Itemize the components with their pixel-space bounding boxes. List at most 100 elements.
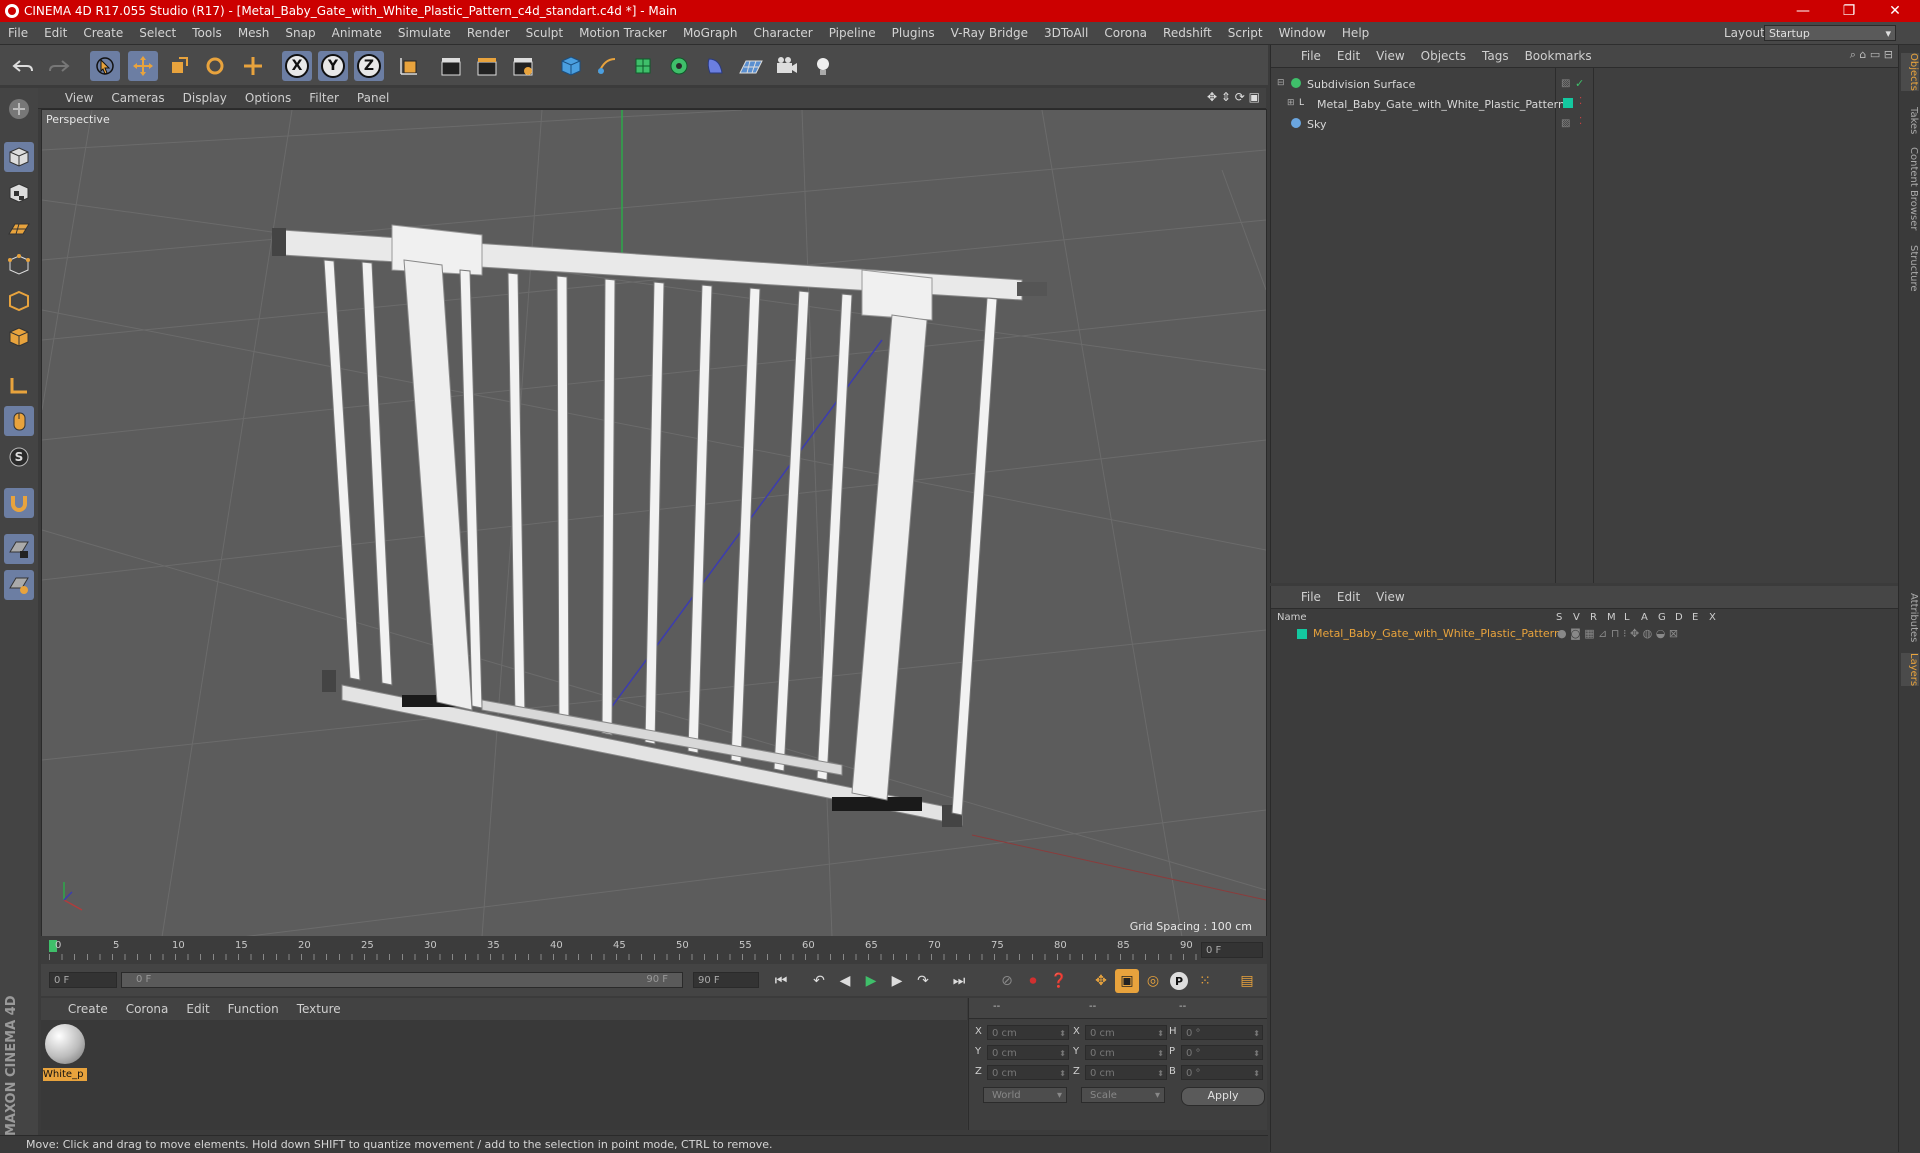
menu-mesh[interactable]: Mesh xyxy=(230,22,278,44)
redo-button[interactable] xyxy=(44,51,74,81)
add-spline-button[interactable] xyxy=(592,51,622,81)
tab-takes[interactable]: Takes xyxy=(1901,107,1919,134)
add-array-button[interactable] xyxy=(664,51,694,81)
collapse-icon[interactable]: ⊟ xyxy=(1277,78,1285,88)
layer-col-deformers[interactable]: D xyxy=(1675,612,1683,623)
current-frame-field[interactable]: 0 F xyxy=(1201,942,1263,958)
layer-col-view[interactable]: V xyxy=(1573,612,1580,623)
timeline-ruler[interactable]: 0 5 10 15 20 25 30 35 40 45 50 55 60 65 … xyxy=(41,936,1267,964)
menu-tools[interactable]: Tools xyxy=(184,22,230,44)
layer-col-locked[interactable]: L xyxy=(1624,612,1630,623)
menu-file[interactable]: File xyxy=(0,22,36,44)
expand-icon[interactable]: ⊞ xyxy=(1287,98,1295,108)
render-settings-button[interactable] xyxy=(508,51,538,81)
layer-col-manager[interactable]: M xyxy=(1607,612,1616,623)
size-y-field[interactable]: 0 cm xyxy=(1085,1045,1167,1061)
add-generator-button[interactable] xyxy=(628,51,658,81)
grid-lock-button[interactable] xyxy=(4,534,34,564)
menu-vray-bridge[interactable]: V-Ray Bridge xyxy=(943,22,1036,44)
objects-menu-objects[interactable]: Objects xyxy=(1413,45,1474,67)
tab-objects[interactable]: Objects xyxy=(1901,53,1919,91)
menu-create[interactable]: Create xyxy=(75,22,131,44)
objects-menu-edit[interactable]: Edit xyxy=(1329,45,1368,67)
previous-key-button[interactable]: ↶ xyxy=(807,969,831,993)
next-frame-button[interactable]: ▶ xyxy=(885,969,909,993)
menu-3dtoall[interactable]: 3DToAll xyxy=(1036,22,1096,44)
layers-menu-file[interactable]: File xyxy=(1293,586,1329,608)
make-editable-button[interactable] xyxy=(4,94,34,124)
timeline-window-button[interactable]: ▤ xyxy=(1235,969,1259,993)
start-frame-field[interactable]: 0 F xyxy=(49,972,117,988)
material-swatch[interactable]: White_p xyxy=(43,1022,87,1082)
z-axis-lock[interactable]: Z xyxy=(354,51,384,81)
menu-pipeline[interactable]: Pipeline xyxy=(821,22,884,44)
viewport-menu-options[interactable]: Options xyxy=(236,88,300,108)
layer-col-xref[interactable]: X xyxy=(1709,612,1716,623)
key-pla-button[interactable]: ⁙ xyxy=(1193,969,1217,993)
transform-mode-select[interactable]: Scale ▾ xyxy=(1081,1087,1165,1103)
object-row-subdivision-surface[interactable]: ⊟ Subdivision Surface ▨ ✓ xyxy=(1275,75,1890,94)
menu-help[interactable]: Help xyxy=(1334,22,1377,44)
layer-row[interactable]: Metal_Baby_Gate_with_White_Plastic_Patte… xyxy=(1275,626,1890,642)
layer-col-render[interactable]: R xyxy=(1590,612,1597,623)
tab-content-browser[interactable]: Content Browser xyxy=(1901,147,1919,230)
rotate-tool[interactable] xyxy=(200,51,230,81)
size-x-field[interactable]: 0 cm xyxy=(1085,1025,1167,1041)
go-to-end-button[interactable]: ⏭ xyxy=(947,969,971,993)
layout-select[interactable]: Startup ▾ xyxy=(1764,25,1896,41)
menu-simulate[interactable]: Simulate xyxy=(390,22,459,44)
next-key-button[interactable]: ↷ xyxy=(911,969,935,993)
texture-mode-button[interactable] xyxy=(4,178,34,208)
objects-menu-view[interactable]: View xyxy=(1368,45,1412,67)
snap-button[interactable]: S xyxy=(4,442,34,472)
tweak-mode-button[interactable] xyxy=(4,406,34,436)
edit-render-flags-icon[interactable]: ▨ xyxy=(1561,118,1570,129)
layer-color-swatch[interactable] xyxy=(1297,629,1307,639)
layer-col-solo[interactable]: S xyxy=(1556,612,1562,623)
pos-y-field[interactable]: 0 cm xyxy=(987,1045,1069,1061)
layers-menu-edit[interactable]: Edit xyxy=(1329,586,1368,608)
checkmark-icon[interactable]: ✓ xyxy=(1575,77,1584,90)
end-frame-field[interactable]: 90 F xyxy=(693,972,759,988)
render-picture-viewer-button[interactable] xyxy=(472,51,502,81)
viewport-menu-cameras[interactable]: Cameras xyxy=(102,88,173,108)
tab-attributes[interactable]: Attributes xyxy=(1901,593,1919,642)
material-menu-texture[interactable]: Texture xyxy=(288,998,350,1020)
layers-menu-view[interactable]: View xyxy=(1368,586,1412,608)
model-mode-button[interactable] xyxy=(4,142,34,172)
rot-p-field[interactable]: 0 ° xyxy=(1181,1045,1263,1061)
menu-redshift[interactable]: Redshift xyxy=(1155,22,1220,44)
coordinate-system-button[interactable] xyxy=(394,51,424,81)
object-row-sky[interactable]: Sky ▨ ⁚ xyxy=(1275,115,1890,134)
add-light-button[interactable] xyxy=(808,51,838,81)
viewport-nav-icons[interactable]: ✥ ⇕ ⟳ ▣ xyxy=(1207,90,1260,104)
add-camera-button[interactable] xyxy=(772,51,802,81)
magnet-button[interactable] xyxy=(4,488,34,518)
layer-col-generators[interactable]: G xyxy=(1658,612,1666,623)
go-to-start-button[interactable]: ⏮ xyxy=(769,969,793,993)
tab-structure[interactable]: Structure xyxy=(1901,245,1919,292)
menu-render[interactable]: Render xyxy=(459,22,518,44)
menu-corona[interactable]: Corona xyxy=(1096,22,1155,44)
coordinate-mode-select[interactable]: World ▾ xyxy=(983,1087,1067,1103)
material-menu-corona[interactable]: Corona xyxy=(117,998,178,1020)
minimize-button[interactable]: — xyxy=(1780,0,1826,22)
viewport-menu-display[interactable]: Display xyxy=(174,88,236,108)
menu-window[interactable]: Window xyxy=(1271,22,1334,44)
key-scale-button[interactable]: ▣ xyxy=(1115,969,1139,993)
add-deformer-button[interactable] xyxy=(700,51,730,81)
menu-character[interactable]: Character xyxy=(745,22,820,44)
close-button[interactable]: ✕ xyxy=(1872,0,1918,22)
edit-render-flags-icon[interactable]: ▨ xyxy=(1561,78,1570,89)
add-cube-button[interactable] xyxy=(556,51,586,81)
object-row-baby-gate[interactable]: ⊞ L Metal_Baby_Gate_with_White_Plastic_P… xyxy=(1275,95,1890,114)
menu-script[interactable]: Script xyxy=(1220,22,1271,44)
autokey-button[interactable]: ⏺ xyxy=(1021,969,1045,993)
move-tool[interactable] xyxy=(128,51,158,81)
scale-tool[interactable] xyxy=(164,51,194,81)
menu-select[interactable]: Select xyxy=(131,22,184,44)
objects-menu-tags[interactable]: Tags xyxy=(1474,45,1517,67)
menu-plugins[interactable]: Plugins xyxy=(884,22,943,44)
y-axis-lock[interactable]: Y xyxy=(318,51,348,81)
object-manager-nav-icons[interactable]: ⌕ ⌂ ▭ ⊟ xyxy=(1850,48,1893,62)
